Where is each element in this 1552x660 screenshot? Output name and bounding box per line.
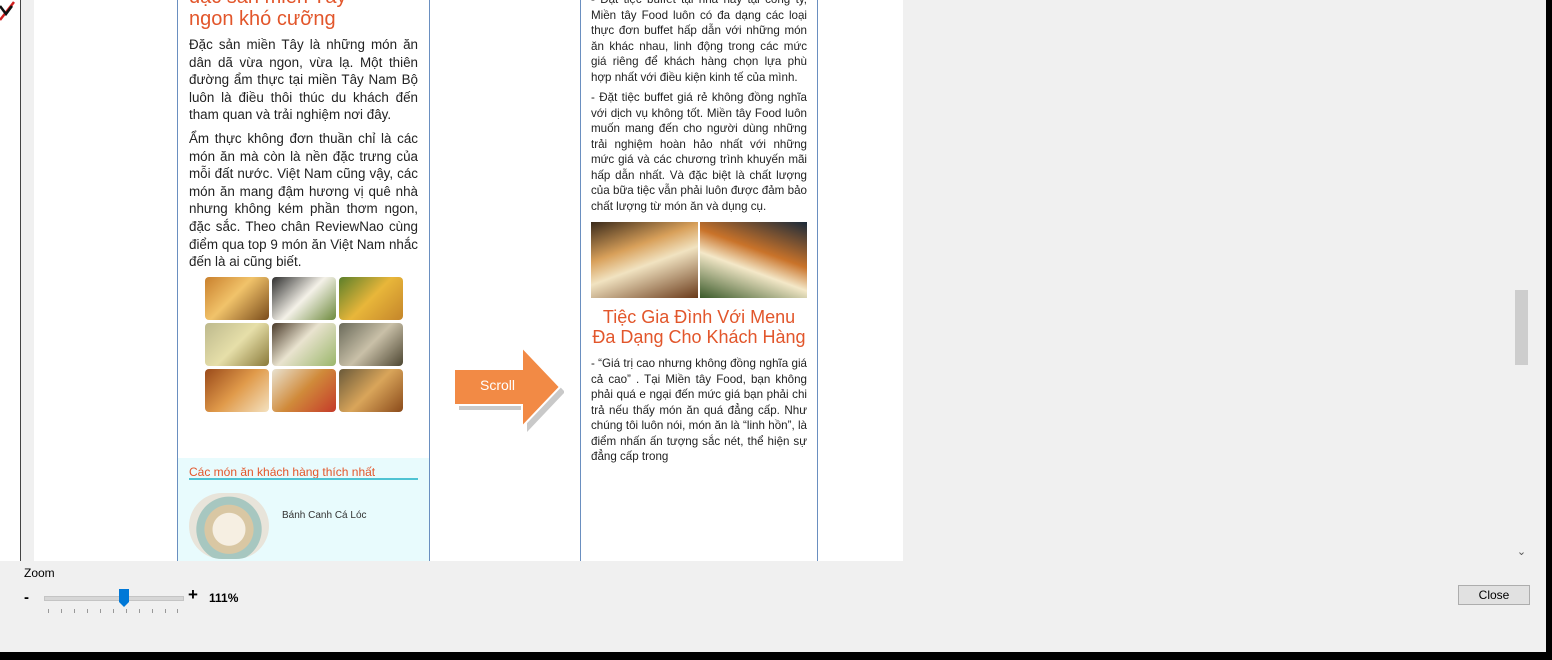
slider-tick	[165, 609, 166, 613]
scrollbar-thumb[interactable]	[1515, 290, 1528, 365]
dish-photo	[189, 493, 269, 559]
arrow-label: Scroll	[480, 377, 516, 393]
food-photo-grid	[204, 276, 403, 412]
slider-tick	[126, 609, 127, 613]
chevron-down-icon[interactable]: ⌄	[1513, 544, 1530, 561]
slider-tick	[177, 609, 178, 613]
zoom-in-button[interactable]: +	[188, 585, 198, 605]
zoom-slider-track[interactable]	[44, 596, 184, 601]
buffet-photo	[591, 222, 698, 298]
slider-tick	[48, 609, 49, 613]
section-underline	[189, 478, 418, 480]
food-photo	[338, 322, 403, 366]
slider-tick	[87, 609, 88, 613]
food-photo	[204, 368, 269, 412]
preview-viewport[interactable]: đặc sản miền Tây ngon khó cưỡng Đặc sản …	[0, 0, 1530, 561]
scroll-arrow: Scroll	[452, 344, 565, 433]
food-photo	[271, 322, 336, 366]
slider-tick	[100, 609, 101, 613]
page2-paragraph-1: - Đặt tiệc buffet tại nhà hay tại công t…	[591, 0, 807, 84]
zoom-out-button[interactable]: -	[24, 589, 29, 606]
zoom-slider-thumb[interactable]	[119, 589, 130, 608]
left-margin	[0, 0, 20, 561]
preview-window: đặc sản miền Tây ngon khó cưỡng Đặc sản …	[0, 0, 1546, 652]
dish-name[interactable]: Bánh Canh Cá Lóc	[282, 507, 367, 525]
slider-tick	[74, 609, 75, 613]
page1-title-line2: ngon khó cưỡng	[189, 8, 336, 30]
slider-tick	[113, 609, 114, 613]
page2-heading: Tiệc Gia Đình Với Menu Đa Dạng Cho Khách…	[592, 307, 806, 347]
zoom-value: 111%	[209, 591, 239, 605]
page2-paragraph-3: - “Giá trị cao nhưng không đồng nghĩa gi…	[591, 357, 807, 463]
favorite-dishes-section: Các món ăn khách hàng thích nhất Bánh Ca…	[178, 458, 429, 561]
food-photo	[204, 276, 269, 320]
food-photo	[338, 368, 403, 412]
close-button[interactable]: Close	[1458, 585, 1530, 605]
page-after-scroll: - Đặt tiệc buffet tại nhà hay tại công t…	[580, 0, 818, 561]
food-photo	[204, 322, 269, 366]
slider-tick	[152, 609, 153, 613]
page1-paragraph-1: Đặc sản miền Tây là những món ăn dân dã …	[189, 37, 418, 123]
slider-tick	[139, 609, 140, 613]
zoom-slider-ticks	[48, 609, 178, 615]
page1-paragraph-2: Ẩm thực không đơn thuần chỉ là các món ă…	[189, 130, 418, 270]
buffet-photo	[700, 222, 807, 298]
document-canvas: đặc sản miền Tây ngon khó cưỡng Đặc sản …	[34, 0, 903, 561]
pen-corner-icon	[0, 1, 15, 21]
slider-tick	[61, 609, 62, 613]
buffet-photos	[591, 222, 807, 298]
page1-title: đặc sản miền Tây ngon khó cưỡng	[189, 0, 418, 30]
food-photo	[271, 276, 336, 320]
vertical-scrollbar[interactable]: ⌄	[1513, 0, 1530, 561]
food-photo	[338, 276, 403, 320]
page1-title-line1: đặc sản miền Tây	[189, 0, 418, 8]
food-photo	[271, 368, 336, 412]
left-divider	[20, 0, 21, 561]
zoom-label: Zoom	[24, 566, 55, 580]
page2-paragraph-2: - Đặt tiệc buffet giá rẻ không đồng nghĩ…	[591, 91, 807, 213]
page-before-scroll: đặc sản miền Tây ngon khó cưỡng Đặc sản …	[177, 0, 430, 561]
